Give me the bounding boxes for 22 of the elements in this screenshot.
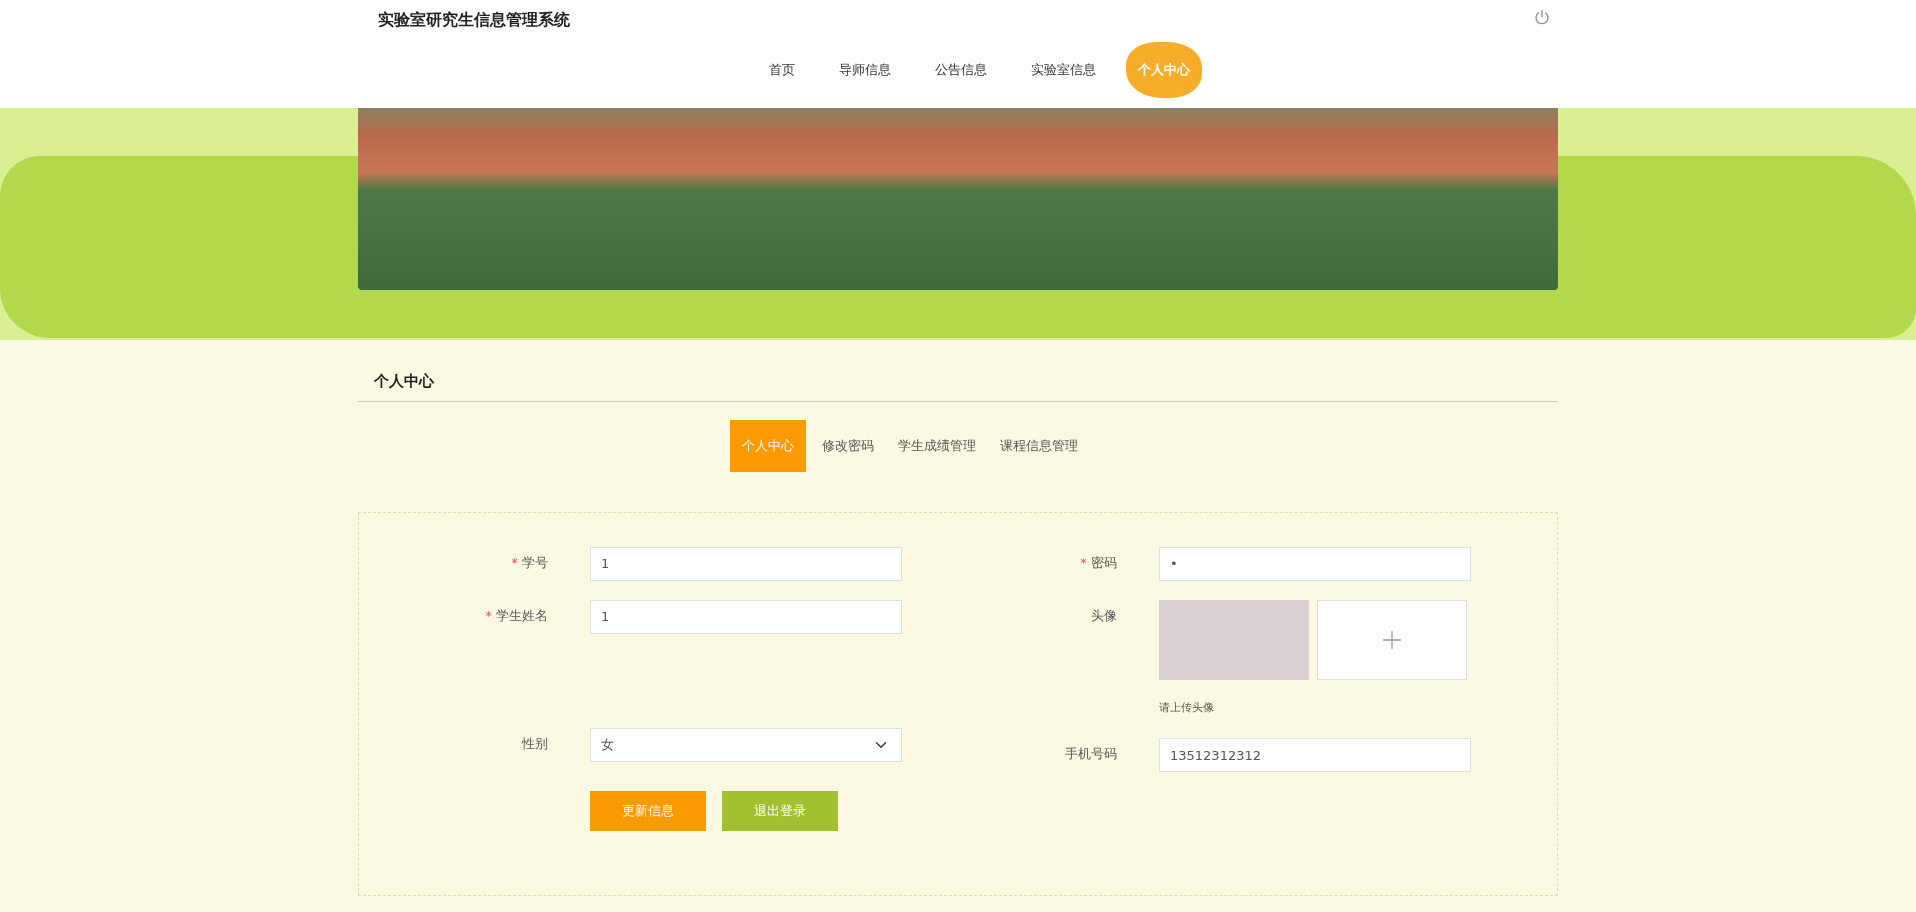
field-label: * 学生姓名 bbox=[484, 606, 549, 625]
nav-link[interactable]: 实验室信息 bbox=[1016, 50, 1110, 90]
field-label: * 学号 bbox=[510, 553, 549, 572]
site-title: 实验室研究生信息管理系统 bbox=[377, 9, 570, 31]
upload-hint: 请上传头像 bbox=[1159, 699, 1215, 716]
field-label: 头像 bbox=[1090, 606, 1118, 625]
tab[interactable]: 课程信息管理 bbox=[992, 419, 1086, 472]
section-title: 个人中心 bbox=[358, 340, 1558, 402]
input-field[interactable]: 1 bbox=[590, 546, 902, 581]
input-field[interactable]: 1 bbox=[590, 599, 902, 634]
input-field[interactable]: • bbox=[1159, 546, 1471, 581]
input-field[interactable]: 13512312312 bbox=[1159, 738, 1471, 772]
tab[interactable]: 修改密码 bbox=[814, 419, 882, 472]
nav-link[interactable]: 导师信息 bbox=[824, 50, 905, 90]
power-icon[interactable] bbox=[1534, 9, 1550, 25]
nav-link[interactable]: 首页 bbox=[754, 50, 809, 90]
select-field[interactable]: 女 bbox=[590, 727, 902, 762]
field-label: 性别 bbox=[521, 734, 549, 753]
tab[interactable]: 学生成绩管理 bbox=[890, 419, 984, 472]
field-label: * 密码 bbox=[1079, 553, 1118, 572]
field-label: 手机号码 bbox=[1064, 745, 1118, 763]
nav-link[interactable]: 公告信息 bbox=[920, 50, 1001, 90]
